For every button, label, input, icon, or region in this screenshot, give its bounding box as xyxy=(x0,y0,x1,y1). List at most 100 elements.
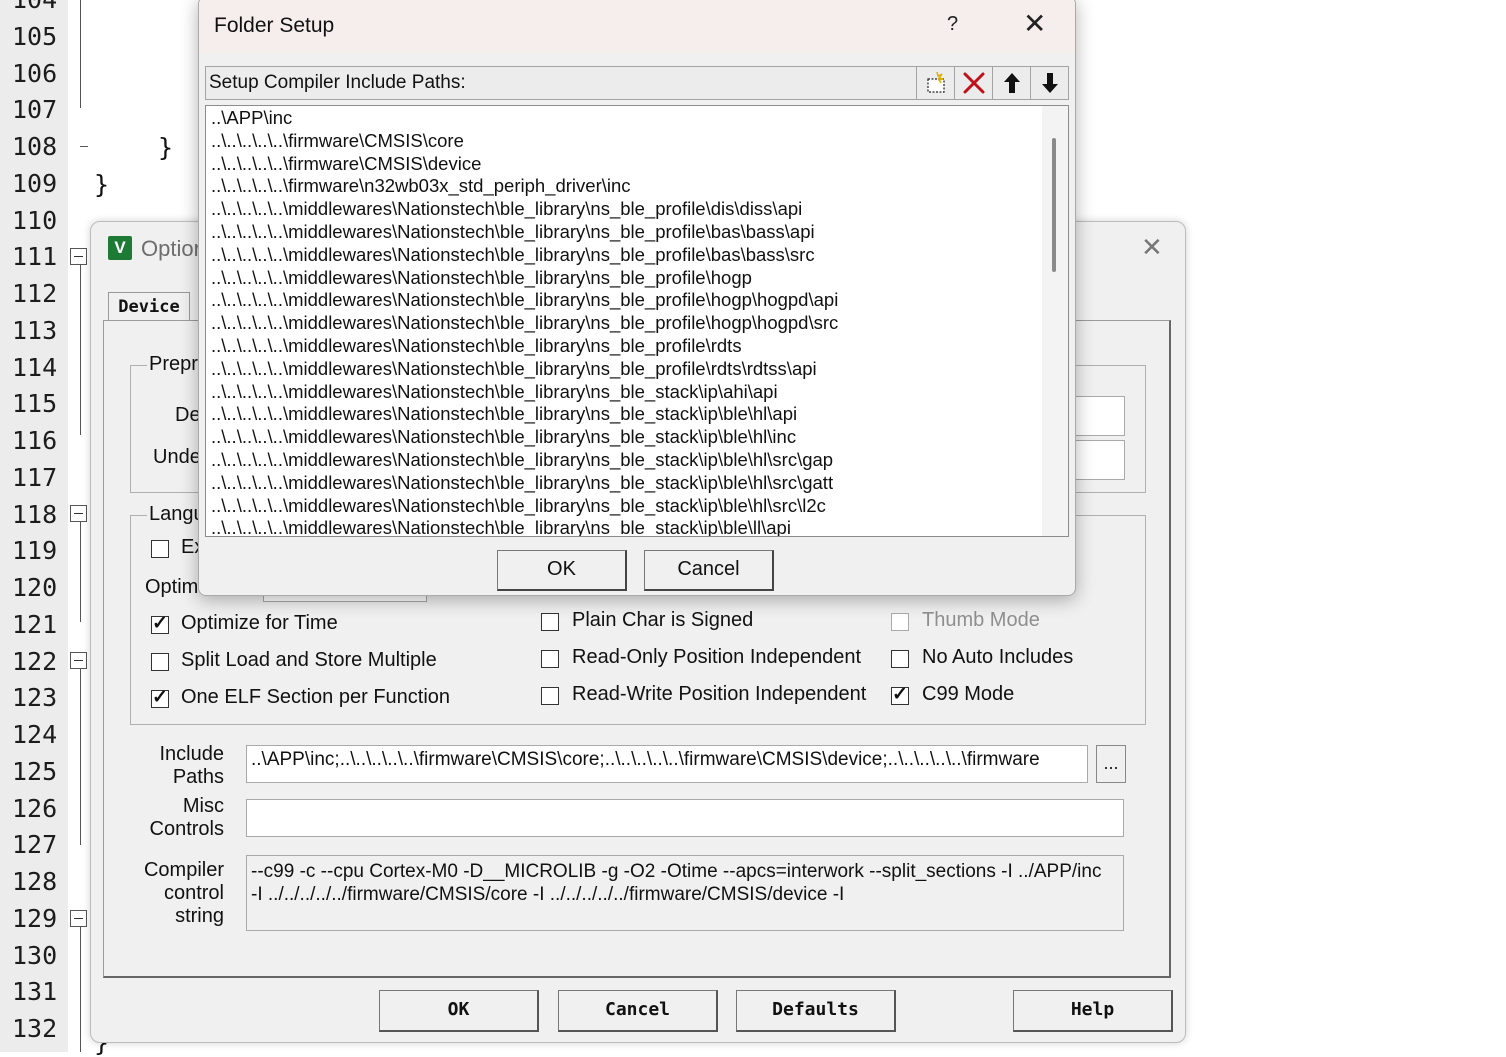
line-number: 110 xyxy=(12,205,58,235)
options-defaults-button[interactable]: Defaults xyxy=(736,990,896,1032)
toolbar-label: Setup Compiler Include Paths: xyxy=(209,72,466,93)
fold-collapse-icon[interactable] xyxy=(70,910,87,927)
line-number: 130 xyxy=(12,940,58,970)
line-number: 124 xyxy=(12,720,58,749)
line-number: 105 xyxy=(12,21,58,51)
code-line: } xyxy=(158,133,174,162)
list-item[interactable]: ..\..\..\..\..\firmware\n32wb03x_std_per… xyxy=(211,174,631,197)
line-number: 125 xyxy=(12,756,58,786)
plain-char-label: Plain Char is Signed xyxy=(572,609,754,631)
fold-line xyxy=(80,669,81,845)
folder-setup-title: Folder Setup xyxy=(214,14,335,37)
misc-controls-label: Misc Controls xyxy=(149,795,224,840)
fold-collapse-icon[interactable] xyxy=(70,505,87,522)
list-item[interactable]: ..\..\..\..\..\middlewares\Nationstech\b… xyxy=(211,402,797,425)
list-item[interactable]: ..\..\..\..\..\middlewares\Nationstech\b… xyxy=(211,448,833,471)
folder-setup-titlebar: Folder Setup ? ✕ xyxy=(199,0,1075,53)
line-number: 129 xyxy=(12,903,58,933)
list-item[interactable]: ..\..\..\..\..\firmware\CMSIS\device xyxy=(211,152,481,175)
misc-controls-input[interactable] xyxy=(246,799,1124,837)
move-up-icon[interactable] xyxy=(992,67,1030,99)
split-load-label: Split Load and Store Multiple xyxy=(181,649,437,671)
help-icon[interactable]: ? xyxy=(947,13,958,36)
list-item[interactable]: ..\..\..\..\..\middlewares\Nationstech\b… xyxy=(211,516,791,536)
one-elf-checkbox[interactable]: ✓ xyxy=(151,687,169,708)
include-paths-list[interactable]: ..\APP\inc ..\..\..\..\..\firmware\CMSIS\… xyxy=(205,105,1069,537)
optimize-time-checkbox[interactable]: ✓ xyxy=(151,613,169,634)
optimize-time-label: Optimize for Time xyxy=(181,612,338,634)
list-item[interactable]: ..\..\..\..\..\middlewares\Nationstech\b… xyxy=(211,494,826,517)
options-help-button[interactable]: Help xyxy=(1013,990,1173,1032)
include-paths-browse-button[interactable]: ... xyxy=(1096,745,1126,783)
line-number: 132 xyxy=(12,1014,58,1043)
list-item[interactable]: ..\..\..\..\..\middlewares\Nationstech\b… xyxy=(211,334,742,357)
undefine-input[interactable] xyxy=(1075,440,1125,480)
list-item[interactable]: ..\..\..\..\..\middlewares\Nationstech\b… xyxy=(211,288,838,311)
define-label: De xyxy=(175,404,201,426)
compiler-control-string: --c99 -c --cpu Cortex-M0 -D__MICROLIB -g… xyxy=(246,855,1124,931)
list-item[interactable]: ..\..\..\..\..\middlewares\Nationstech\b… xyxy=(211,471,833,494)
move-down-icon[interactable] xyxy=(1030,67,1068,99)
new-folder-icon[interactable] xyxy=(916,67,954,99)
check-mark-icon: ✓ xyxy=(152,687,168,708)
folder-setup-ok-button[interactable]: OK xyxy=(497,550,627,591)
rw-pi-checkbox[interactable] xyxy=(541,687,559,705)
line-number: 111 xyxy=(12,242,58,272)
list-item[interactable]: ..\..\..\..\..\middlewares\Nationstech\b… xyxy=(211,311,838,334)
list-item[interactable]: ..\APP\inc xyxy=(211,106,292,129)
list-item[interactable]: ..\..\..\..\..\middlewares\Nationstech\b… xyxy=(211,243,815,266)
include-paths-input[interactable]: ..\APP\inc;..\..\..\..\..\firmware\CMSIS… xyxy=(246,745,1088,783)
list-item[interactable]: ..\..\..\..\..\middlewares\Nationstech\b… xyxy=(211,266,752,289)
code-line: } xyxy=(94,170,110,199)
close-icon[interactable]: ✕ xyxy=(1023,7,1046,40)
fold-line xyxy=(80,927,81,1052)
no-auto-includes-label: No Auto Includes xyxy=(922,646,1074,668)
list-item[interactable]: ..\..\..\..\..\middlewares\Nationstech\b… xyxy=(211,425,796,448)
fold-collapse-icon[interactable] xyxy=(70,652,87,669)
line-number: 106 xyxy=(12,58,58,88)
list-item[interactable]: ..\..\..\..\..\middlewares\Nationstech\b… xyxy=(211,357,817,380)
plain-char-checkbox[interactable] xyxy=(541,613,559,631)
fold-collapse-icon[interactable] xyxy=(70,248,87,265)
undefine-label: Unde xyxy=(153,446,201,468)
keil-app-icon: V xyxy=(108,236,132,260)
line-number: 131 xyxy=(12,977,58,1007)
ro-pi-checkbox[interactable] xyxy=(541,650,559,668)
list-item[interactable]: ..\..\..\..\..\middlewares\Nationstech\b… xyxy=(211,220,815,243)
options-cancel-button[interactable]: Cancel xyxy=(558,990,718,1032)
line-number: 122 xyxy=(12,646,58,676)
thumb-mode-checkbox xyxy=(891,613,909,631)
include-paths-toolbar: Setup Compiler Include Paths: xyxy=(205,66,1069,100)
compiler-control-label: Compiler control string xyxy=(143,859,224,927)
thumb-mode-label: Thumb Mode xyxy=(922,609,1040,631)
split-load-checkbox[interactable] xyxy=(151,653,169,671)
rw-pi-label: Read-Write Position Independent xyxy=(572,683,867,705)
folder-setup-dialog: Folder Setup ? ✕ Setup Compiler Include … xyxy=(198,0,1076,596)
scrollbar-thumb[interactable] xyxy=(1052,138,1056,272)
line-number: 109 xyxy=(12,168,58,198)
define-input[interactable] xyxy=(1075,396,1125,436)
line-number: 113 xyxy=(12,315,58,345)
c99-mode-checkbox[interactable]: ✓ xyxy=(891,684,909,705)
tab-device[interactable]: Device xyxy=(108,292,190,321)
options-ok-button[interactable]: OK xyxy=(379,990,539,1032)
close-icon[interactable]: ✕ xyxy=(1141,232,1163,263)
list-item[interactable]: ..\..\..\..\..\middlewares\Nationstech\b… xyxy=(211,197,802,220)
delete-icon[interactable] xyxy=(954,67,992,99)
line-number: 114 xyxy=(12,352,58,382)
line-number: 104 xyxy=(12,0,68,18)
list-item[interactable]: ..\..\..\..\..\middlewares\Nationstech\b… xyxy=(211,380,778,403)
check-mark-icon: ✓ xyxy=(892,684,908,705)
line-number: 108 xyxy=(12,132,58,161)
fold-line xyxy=(80,265,81,435)
line-number: 120 xyxy=(12,573,58,602)
line-number: 118 xyxy=(12,499,58,529)
line-number: 107 xyxy=(12,95,58,125)
line-number: 116 xyxy=(12,426,58,455)
list-scrollbar[interactable] xyxy=(1042,106,1068,536)
execute-only-checkbox[interactable] xyxy=(151,540,169,558)
list-item[interactable]: ..\..\..\..\..\firmware\CMSIS\core xyxy=(211,129,464,152)
no-auto-includes-checkbox[interactable] xyxy=(891,650,909,668)
one-elf-label: One ELF Section per Function xyxy=(181,686,451,708)
folder-setup-cancel-button[interactable]: Cancel xyxy=(644,550,774,591)
